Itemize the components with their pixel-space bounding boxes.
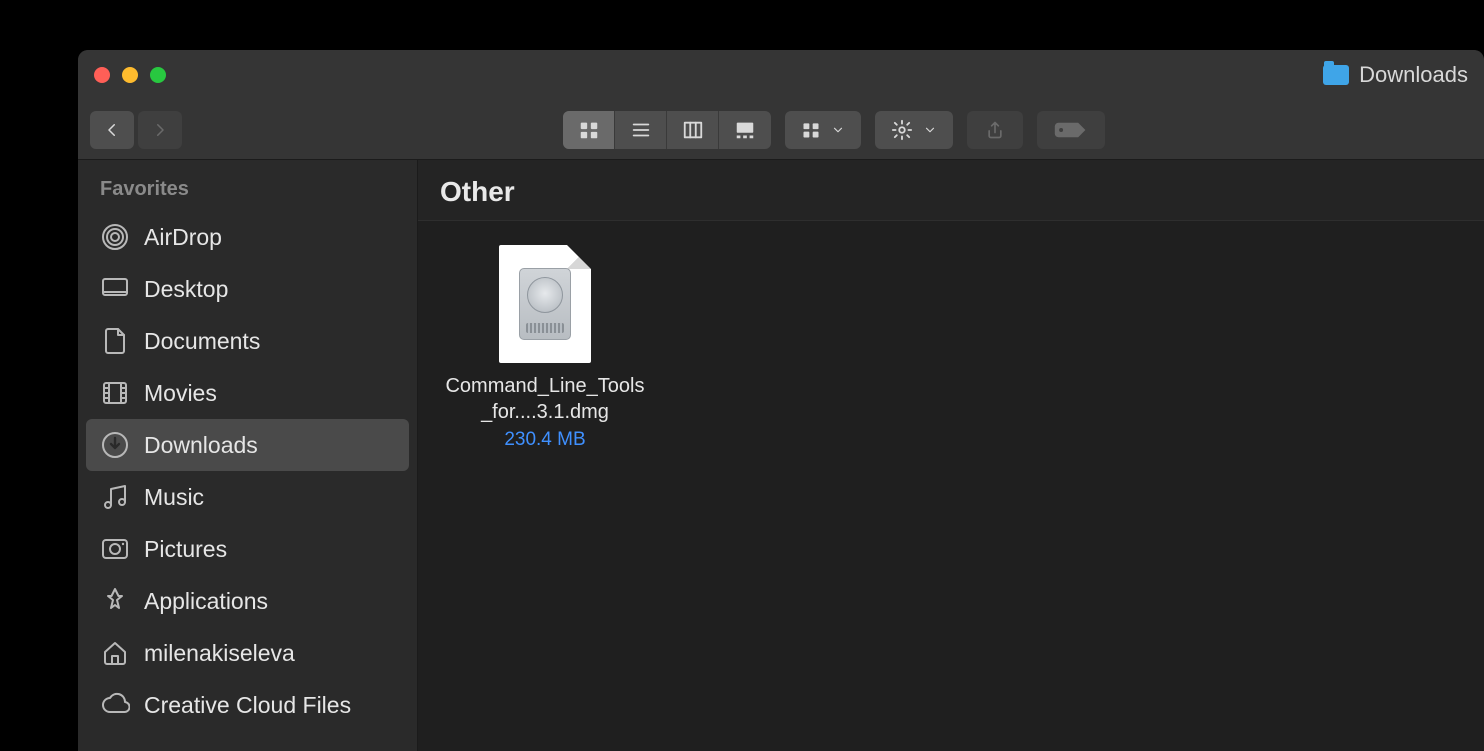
file-size: 230.4 MB (440, 429, 650, 451)
arrange-button[interactable] (785, 111, 861, 149)
sidebar-item-label: Movies (144, 380, 217, 407)
movies-icon (100, 378, 130, 408)
documents-icon (100, 326, 130, 356)
gear-icon (891, 119, 913, 141)
traffic-lights (94, 67, 166, 83)
tag-icon (1052, 121, 1090, 139)
sidebar-item-airdrop[interactable]: AirDrop (86, 211, 409, 263)
sidebar-item-label: Pictures (144, 536, 227, 563)
airdrop-icon (100, 222, 130, 252)
sidebar: Favorites AirDrop Desktop Documents Movies D… (78, 160, 418, 751)
desktop-icon (100, 274, 130, 304)
view-mode-group (563, 111, 771, 149)
sidebar-item-pictures[interactable]: Pictures (86, 523, 409, 575)
titlebar: Downloads (78, 50, 1484, 100)
minimize-window-button[interactable] (122, 67, 138, 83)
pictures-icon (100, 534, 130, 564)
chevron-down-icon (831, 123, 845, 137)
sidebar-item-label: Downloads (144, 432, 258, 459)
music-icon (100, 482, 130, 512)
zoom-window-button[interactable] (150, 67, 166, 83)
column-view-button[interactable] (667, 111, 719, 149)
window-title-area: Downloads (1323, 62, 1468, 88)
sidebar-item-label: milenakiseleva (144, 640, 295, 667)
forward-button[interactable] (138, 111, 182, 149)
action-button[interactable] (875, 111, 953, 149)
share-button[interactable] (967, 111, 1023, 149)
sidebar-item-milenakiseleva[interactable]: milenakiseleva (86, 627, 409, 679)
group-header: Other (418, 160, 1484, 221)
sidebar-item-movies[interactable]: Movies (86, 367, 409, 419)
folder-icon (1323, 65, 1349, 85)
file-grid: Command_Line_Tools_for....3.1.dmg 230.4 M… (418, 221, 1484, 475)
list-view-button[interactable] (615, 111, 667, 149)
dmg-file-icon (499, 245, 591, 363)
close-window-button[interactable] (94, 67, 110, 83)
gallery-view-button[interactable] (719, 111, 771, 149)
nav-group (90, 111, 182, 149)
sidebar-item-desktop[interactable]: Desktop (86, 263, 409, 315)
icon-view-button[interactable] (563, 111, 615, 149)
applications-icon (100, 586, 130, 616)
main-area: Other Command_Line_Tools_for....3.1.dmg 2… (418, 160, 1484, 751)
sidebar-item-label: Music (144, 484, 204, 511)
sidebar-item-documents[interactable]: Documents (86, 315, 409, 367)
share-icon (985, 120, 1005, 140)
sidebar-heading: Favorites (86, 174, 409, 211)
creative-cloud-icon (100, 690, 130, 720)
tags-button[interactable] (1037, 111, 1105, 149)
sidebar-item-label: Desktop (144, 276, 228, 303)
sidebar-item-label: Documents (144, 328, 260, 355)
finder-window: Downloads (78, 50, 1484, 751)
sidebar-item-music[interactable]: Music (86, 471, 409, 523)
sidebar-item-downloads[interactable]: Downloads (86, 419, 409, 471)
back-button[interactable] (90, 111, 134, 149)
window-title: Downloads (1359, 62, 1468, 88)
toolbar (78, 100, 1484, 160)
sidebar-item-label: Applications (144, 588, 268, 615)
home-icon (100, 638, 130, 668)
file-item[interactable]: Command_Line_Tools_for....3.1.dmg 230.4 M… (440, 245, 650, 451)
file-name: Command_Line_Tools_for....3.1.dmg (440, 373, 650, 425)
window-body: Favorites AirDrop Desktop Documents Movies D… (78, 160, 1484, 751)
sidebar-item-applications[interactable]: Applications (86, 575, 409, 627)
sidebar-item-label: Creative Cloud Files (144, 692, 351, 719)
sidebar-item-creative-cloud-files[interactable]: Creative Cloud Files (86, 679, 409, 731)
downloads-icon (100, 430, 130, 460)
sidebar-item-label: AirDrop (144, 224, 222, 251)
chevron-down-icon (923, 123, 937, 137)
